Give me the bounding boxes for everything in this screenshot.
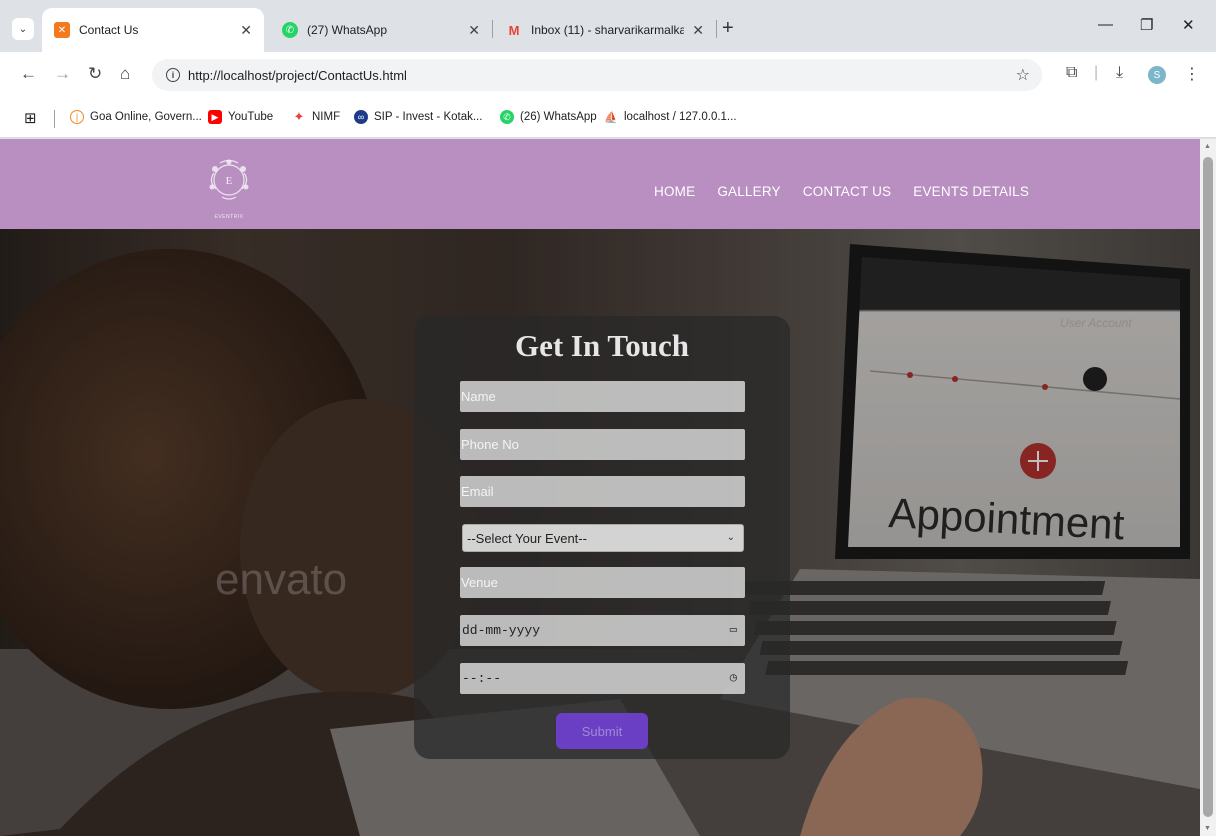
- bookmark-youtube[interactable]: ▶ YouTube: [208, 110, 273, 124]
- kotak-icon: ∞: [354, 110, 368, 124]
- email-input[interactable]: Email: [460, 476, 745, 507]
- svg-text:E: E: [226, 175, 233, 187]
- arrow-right-icon: →: [54, 64, 71, 83]
- page-scrollbar[interactable]: ▲ ▼: [1200, 139, 1216, 836]
- tab-search-button[interactable]: ⌄: [12, 18, 34, 40]
- bookmark-goa-online[interactable]: | Goa Online, Govern...: [70, 110, 202, 124]
- reload-icon: ↻: [88, 64, 103, 83]
- chevron-down-icon: ⌄: [726, 532, 735, 543]
- plus-icon: +: [722, 17, 734, 39]
- nav-events-details-link[interactable]: EVENTS DETAILS: [913, 184, 1029, 199]
- url-text[interactable]: http://localhost/project/ContactUs.html: [188, 68, 407, 83]
- reload-button[interactable]: ↻: [88, 64, 102, 84]
- page-viewport: E EVENTRIX HOME GALLERY CONTACT US EVENT…: [0, 139, 1200, 836]
- minimize-icon: —: [1098, 16, 1113, 33]
- bookmark-localhost[interactable]: ⛵ localhost / 127.0.0.1...: [604, 110, 736, 124]
- nimf-icon: ✦: [293, 109, 305, 124]
- chevron-down-icon: ⌄: [18, 23, 28, 35]
- event-select[interactable]: --Select Your Event-- ⌄: [462, 524, 744, 552]
- scroll-thumb[interactable]: [1203, 157, 1213, 817]
- bookmark-whatsapp[interactable]: ✆ (26) WhatsApp: [500, 110, 597, 124]
- info-icon[interactable]: i: [166, 68, 180, 82]
- home-button[interactable]: ⌂: [120, 64, 130, 84]
- tab-separator: [492, 20, 493, 38]
- close-icon[interactable]: ✕: [692, 22, 704, 39]
- nav-contact-us-link[interactable]: CONTACT US: [803, 184, 892, 199]
- forward-button[interactable]: →: [54, 64, 71, 84]
- contact-form-card: Get In Touch Name Phone No Email --Selec…: [414, 316, 790, 759]
- scroll-up-arrow-icon[interactable]: ▲: [1204, 143, 1211, 150]
- new-tab-button[interactable]: +: [722, 18, 734, 38]
- minimize-button[interactable]: —: [1098, 16, 1113, 33]
- bookmark-kotak[interactable]: ∞ SIP - Invest - Kotak...: [354, 110, 482, 124]
- arrow-left-icon: ←: [20, 64, 37, 83]
- close-icon[interactable]: ✕: [240, 22, 252, 39]
- browser-titlebar: ⌄ ✕ Contact Us ✕ ✆ (27) WhatsApp ✕ M Inb…: [0, 0, 1216, 52]
- restore-button[interactable]: ❐: [1140, 16, 1153, 34]
- extensions-icon[interactable]: ⧉: [1066, 64, 1077, 82]
- logo-text: EVENTRIX: [214, 214, 244, 220]
- bookmark-nimf[interactable]: ✦ NIMF: [292, 109, 341, 124]
- site-navbar: E EVENTRIX HOME GALLERY CONTACT US EVENT…: [0, 139, 1200, 229]
- phpmyadmin-icon: ⛵: [604, 111, 618, 124]
- youtube-icon: ▶: [208, 110, 222, 124]
- close-window-button[interactable]: ✕: [1182, 16, 1195, 34]
- nav-gallery-link[interactable]: GALLERY: [717, 184, 780, 199]
- submit-button[interactable]: Submit: [556, 713, 648, 749]
- apps-grid-icon[interactable]: ⊞: [24, 109, 37, 127]
- calendar-icon[interactable]: ▭: [730, 622, 737, 637]
- address-bar[interactable]: i http://localhost/project/ContactUs.htm…: [152, 59, 1042, 91]
- date-input[interactable]: dd-mm-yyyy ▭: [460, 615, 745, 646]
- xampp-icon: ✕: [54, 22, 70, 38]
- close-icon: ✕: [1182, 17, 1195, 34]
- eventrix-logo[interactable]: E: [200, 153, 258, 213]
- profile-avatar[interactable]: S: [1148, 66, 1166, 84]
- whatsapp-icon: ✆: [282, 22, 298, 38]
- menu-dots-icon[interactable]: ⋮: [1184, 64, 1200, 84]
- toolbar-separator: |: [1094, 64, 1099, 81]
- restore-icon: ❐: [1140, 17, 1154, 34]
- hero-background: User Account Appointment envato Get In T…: [0, 229, 1200, 836]
- tab-contact-us[interactable]: ✕ Contact Us ✕: [42, 8, 264, 52]
- browser-toolbar: ← → ↻ ⌂ i http://localhost/project/Conta…: [0, 52, 1216, 98]
- form-title: Get In Touch: [514, 328, 689, 363]
- nav-home-link[interactable]: HOME: [654, 184, 695, 199]
- tab-separator: [716, 20, 717, 38]
- bookmark-star-icon[interactable]: ☆: [1016, 65, 1030, 85]
- nav-links: HOME GALLERY CONTACT US EVENTS DETAILS: [654, 184, 1029, 199]
- home-icon: ⌂: [120, 64, 131, 83]
- download-icon[interactable]: ⤓: [1116, 64, 1123, 82]
- whatsapp-icon: ✆: [500, 110, 514, 124]
- tab-whatsapp[interactable]: ✆ (27) WhatsApp ✕: [270, 8, 492, 52]
- gmail-icon: M: [508, 22, 520, 38]
- name-input[interactable]: Name: [460, 381, 745, 412]
- clock-icon[interactable]: ◷: [730, 670, 737, 685]
- close-icon[interactable]: ✕: [468, 22, 480, 39]
- phone-input[interactable]: Phone No: [460, 429, 745, 460]
- venue-input[interactable]: Venue: [460, 567, 745, 598]
- time-input[interactable]: --:-- ◷: [460, 663, 745, 694]
- goa-online-icon: |: [70, 110, 84, 124]
- tab-gmail-inbox[interactable]: M Inbox (11) - sharvarikarmalkar0 ✕: [494, 8, 716, 52]
- scroll-down-arrow-icon[interactable]: ▼: [1204, 825, 1211, 832]
- bookmark-separator: [54, 110, 55, 128]
- bookmarks-bar: ⊞ | Goa Online, Govern... ▶ YouTube ✦ NI…: [0, 98, 1216, 138]
- back-button[interactable]: ←: [20, 64, 37, 84]
